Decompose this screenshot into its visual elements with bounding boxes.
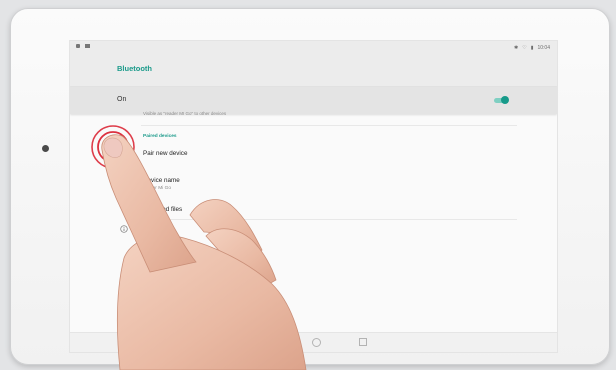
hand-pointer-overlay bbox=[101, 134, 307, 370]
